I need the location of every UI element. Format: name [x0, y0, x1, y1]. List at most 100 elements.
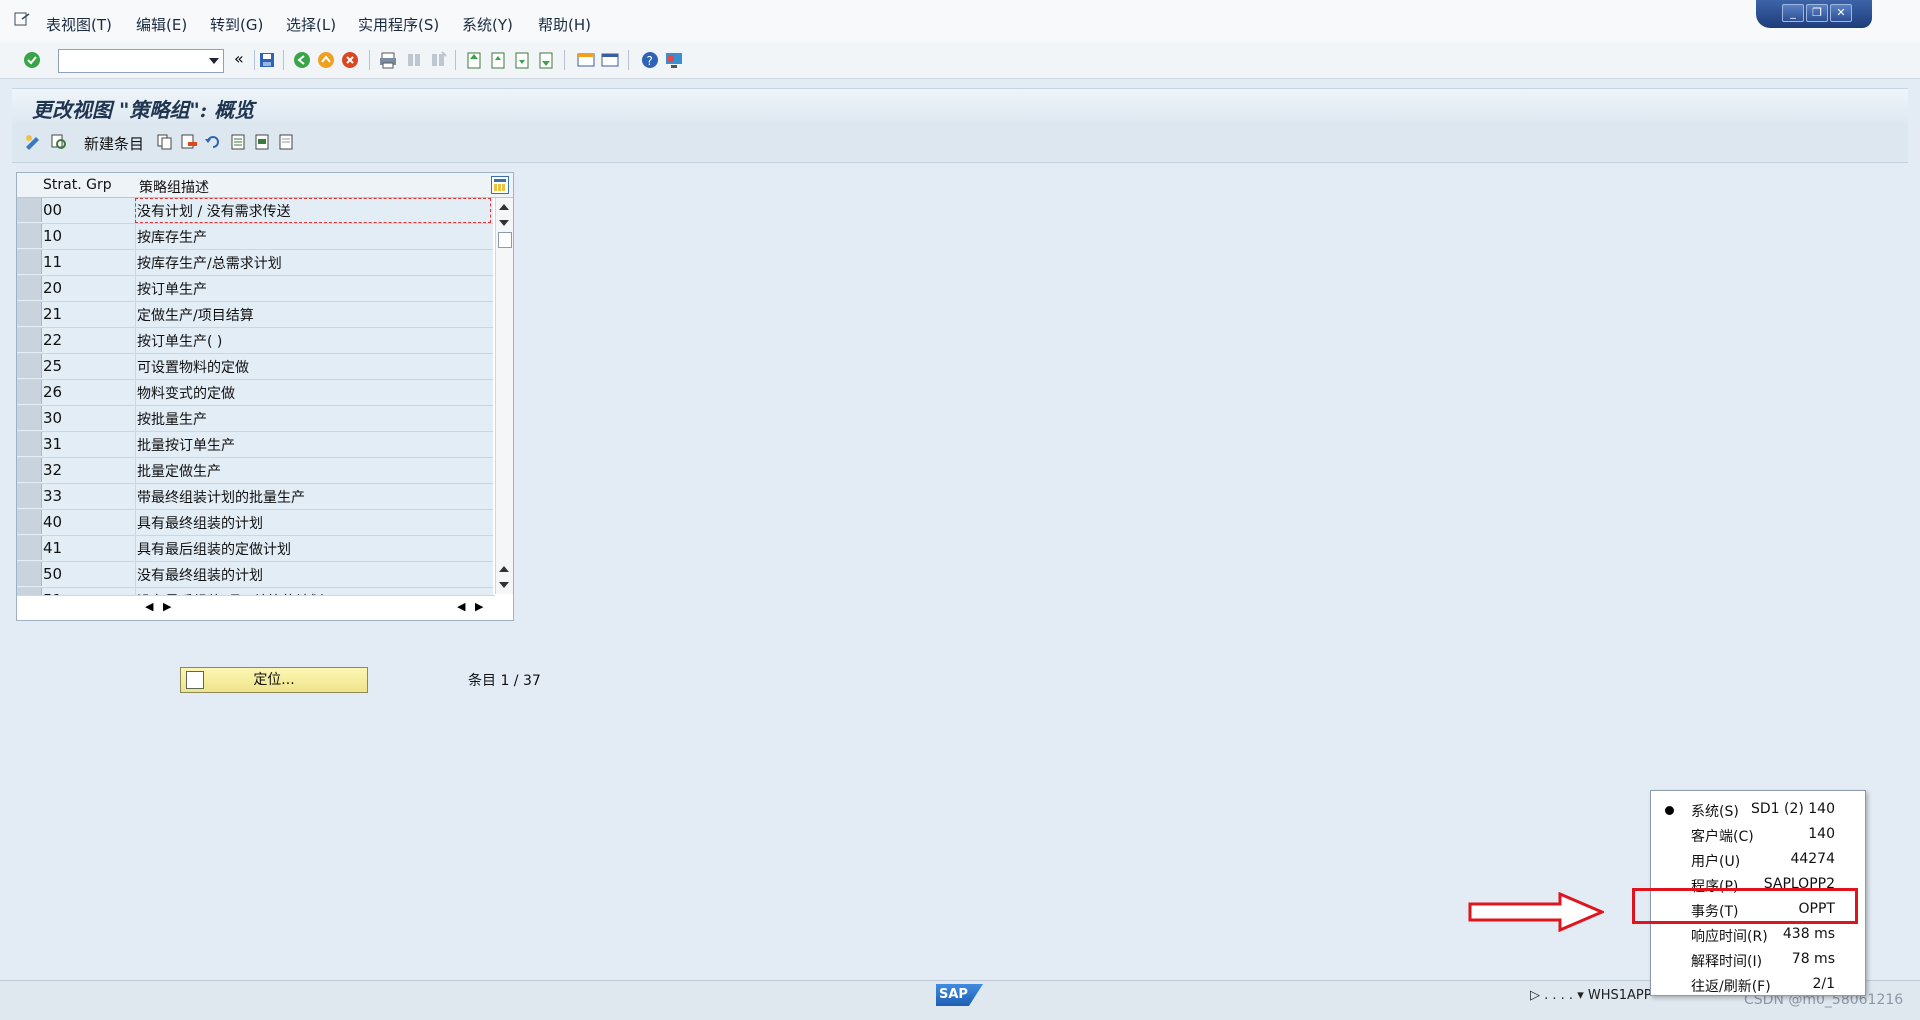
cell-description[interactable]: 批量按订单生产: [137, 435, 487, 455]
popup-item[interactable]: 用户(U) 44274: [1651, 847, 1865, 872]
scroll-thumb[interactable]: [498, 232, 512, 248]
scroll-left-icon[interactable]: ◀: [145, 600, 153, 613]
column-settings-icon[interactable]: [491, 176, 509, 194]
scroll-up-icon[interactable]: [499, 204, 509, 210]
restore-icon[interactable]: ❐: [1806, 4, 1828, 22]
menu-table-view[interactable]: 表视图(T): [46, 14, 112, 35]
cell-strat-grp[interactable]: 00: [43, 201, 135, 219]
cell-strat-grp[interactable]: 41: [43, 539, 135, 557]
menu-system[interactable]: 系统(Y): [462, 14, 513, 35]
last-page-icon[interactable]: [536, 50, 556, 70]
back-icon[interactable]: [292, 50, 312, 70]
delete-icon[interactable]: [180, 133, 198, 151]
row-selector[interactable]: [17, 484, 42, 508]
row-selector[interactable]: [17, 354, 42, 378]
first-page-icon[interactable]: [464, 50, 484, 70]
cell-strat-grp[interactable]: 25: [43, 357, 135, 375]
deselect-all-icon[interactable]: [278, 133, 296, 151]
cell-description[interactable]: 具有最终组装的计划: [137, 513, 487, 533]
previous-page-icon[interactable]: [488, 50, 508, 70]
row-selector[interactable]: [17, 510, 42, 534]
enter-check-icon[interactable]: [22, 50, 42, 70]
scroll-right-icon[interactable]: ▶: [163, 600, 171, 613]
row-selector[interactable]: [17, 198, 42, 222]
cell-strat-grp[interactable]: 11: [43, 253, 135, 271]
cancel-icon[interactable]: [340, 50, 360, 70]
cell-strat-grp[interactable]: 50: [43, 565, 135, 583]
row-selector[interactable]: [17, 302, 42, 326]
scroll-page-down-icon[interactable]: [499, 220, 509, 226]
popup-item[interactable]: 解释时间(I) 78 ms: [1651, 947, 1865, 972]
cell-description[interactable]: 按库存生产: [137, 227, 487, 247]
menu-toggle-icon[interactable]: [14, 12, 30, 26]
cell-strat-grp[interactable]: 10: [43, 227, 135, 245]
print-icon[interactable]: [378, 50, 398, 70]
save-icon[interactable]: [257, 50, 277, 70]
cell-description[interactable]: 批量定做生产: [137, 461, 487, 481]
row-selector[interactable]: [17, 224, 42, 248]
table-row[interactable]: 50 没有最终组装的计划: [17, 562, 493, 588]
cell-strat-grp[interactable]: 31: [43, 435, 135, 453]
cell-description[interactable]: 按订单生产( ): [137, 331, 487, 351]
collapse-command-icon[interactable]: «: [234, 49, 244, 68]
row-selector[interactable]: [17, 432, 42, 456]
menu-selection[interactable]: 选择(L): [286, 14, 336, 35]
menu-edit[interactable]: 编辑(E): [136, 14, 187, 35]
cell-strat-grp[interactable]: 30: [43, 409, 135, 427]
next-page-icon[interactable]: [512, 50, 532, 70]
popup-item[interactable]: 往返/刷新(F) 2/1: [1651, 972, 1865, 997]
table-row[interactable]: 32 批量定做生产: [17, 458, 493, 484]
cell-strat-grp[interactable]: 33: [43, 487, 135, 505]
customize-layout-icon[interactable]: [664, 50, 684, 70]
status-system-info[interactable]: ▷ . . . . ▾ WHS1APP: [1530, 988, 1652, 1003]
table-row[interactable]: 30 按批量生产: [17, 406, 493, 432]
row-selector[interactable]: [17, 276, 42, 300]
display-change-icon[interactable]: [24, 133, 42, 151]
row-selector[interactable]: [17, 380, 42, 404]
table-row[interactable]: 26 物料变式的定做: [17, 380, 493, 406]
cell-description[interactable]: 具有最后组装的定做计划: [137, 539, 487, 559]
position-button[interactable]: 定位...: [180, 667, 368, 693]
cell-description[interactable]: 定做生产/项目结算: [137, 305, 487, 325]
command-field[interactable]: [58, 49, 224, 73]
table-row[interactable]: 40 具有最终组装的计划: [17, 510, 493, 536]
select-all-icon[interactable]: [230, 133, 248, 151]
exit-icon[interactable]: [316, 50, 336, 70]
minimize-icon[interactable]: _: [1782, 4, 1804, 22]
scroll-down-icon[interactable]: [499, 582, 509, 588]
cell-description[interactable]: 按批量生产: [137, 409, 487, 429]
scroll-right-icon[interactable]: ▶: [475, 600, 483, 613]
cell-description[interactable]: 按订单生产: [137, 279, 487, 299]
help-icon[interactable]: ?: [640, 50, 660, 70]
row-selector[interactable]: [17, 536, 42, 560]
table-row[interactable]: 21 定做生产/项目结算: [17, 302, 493, 328]
cell-description[interactable]: 按库存生产/总需求计划: [137, 253, 487, 273]
table-row[interactable]: 20 按订单生产: [17, 276, 493, 302]
menu-goto[interactable]: 转到(G): [210, 14, 263, 35]
cell-strat-grp[interactable]: 40: [43, 513, 135, 531]
column-header-strat-grp[interactable]: Strat. Grp: [43, 177, 112, 193]
copy-as-icon[interactable]: [156, 133, 174, 151]
table-row[interactable]: 11 按库存生产/总需求计划: [17, 250, 493, 276]
cell-description[interactable]: 物料变式的定做: [137, 383, 487, 403]
row-selector[interactable]: [17, 458, 42, 482]
table-row[interactable]: 41 具有最后组装的定做计划: [17, 536, 493, 562]
new-entries-button[interactable]: 新建条目: [84, 133, 144, 154]
new-session-icon[interactable]: [576, 50, 596, 70]
popup-item[interactable]: 系统(S) SD1 (2) 140: [1651, 797, 1865, 822]
row-selector[interactable]: [17, 406, 42, 430]
table-row[interactable]: 22 按订单生产( ): [17, 328, 493, 354]
table-row[interactable]: 31 批量按订单生产: [17, 432, 493, 458]
popup-item[interactable]: 响应时间(R) 438 ms: [1651, 922, 1865, 947]
cell-description[interactable]: 可设置物料的定做: [137, 357, 487, 377]
cell-strat-grp[interactable]: 20: [43, 279, 135, 297]
table-row[interactable]: 33 带最终组装计划的批量生产: [17, 484, 493, 510]
popup-item[interactable]: 客户端(C) 140: [1651, 822, 1865, 847]
close-window-icon[interactable]: ✕: [1830, 4, 1852, 22]
scroll-left-icon[interactable]: ◀: [457, 600, 465, 613]
select-block-icon[interactable]: [254, 133, 272, 151]
shortcut-icon[interactable]: [600, 50, 620, 70]
row-selector[interactable]: [17, 250, 42, 274]
chevron-down-icon[interactable]: [209, 58, 219, 64]
row-selector[interactable]: [17, 562, 42, 586]
